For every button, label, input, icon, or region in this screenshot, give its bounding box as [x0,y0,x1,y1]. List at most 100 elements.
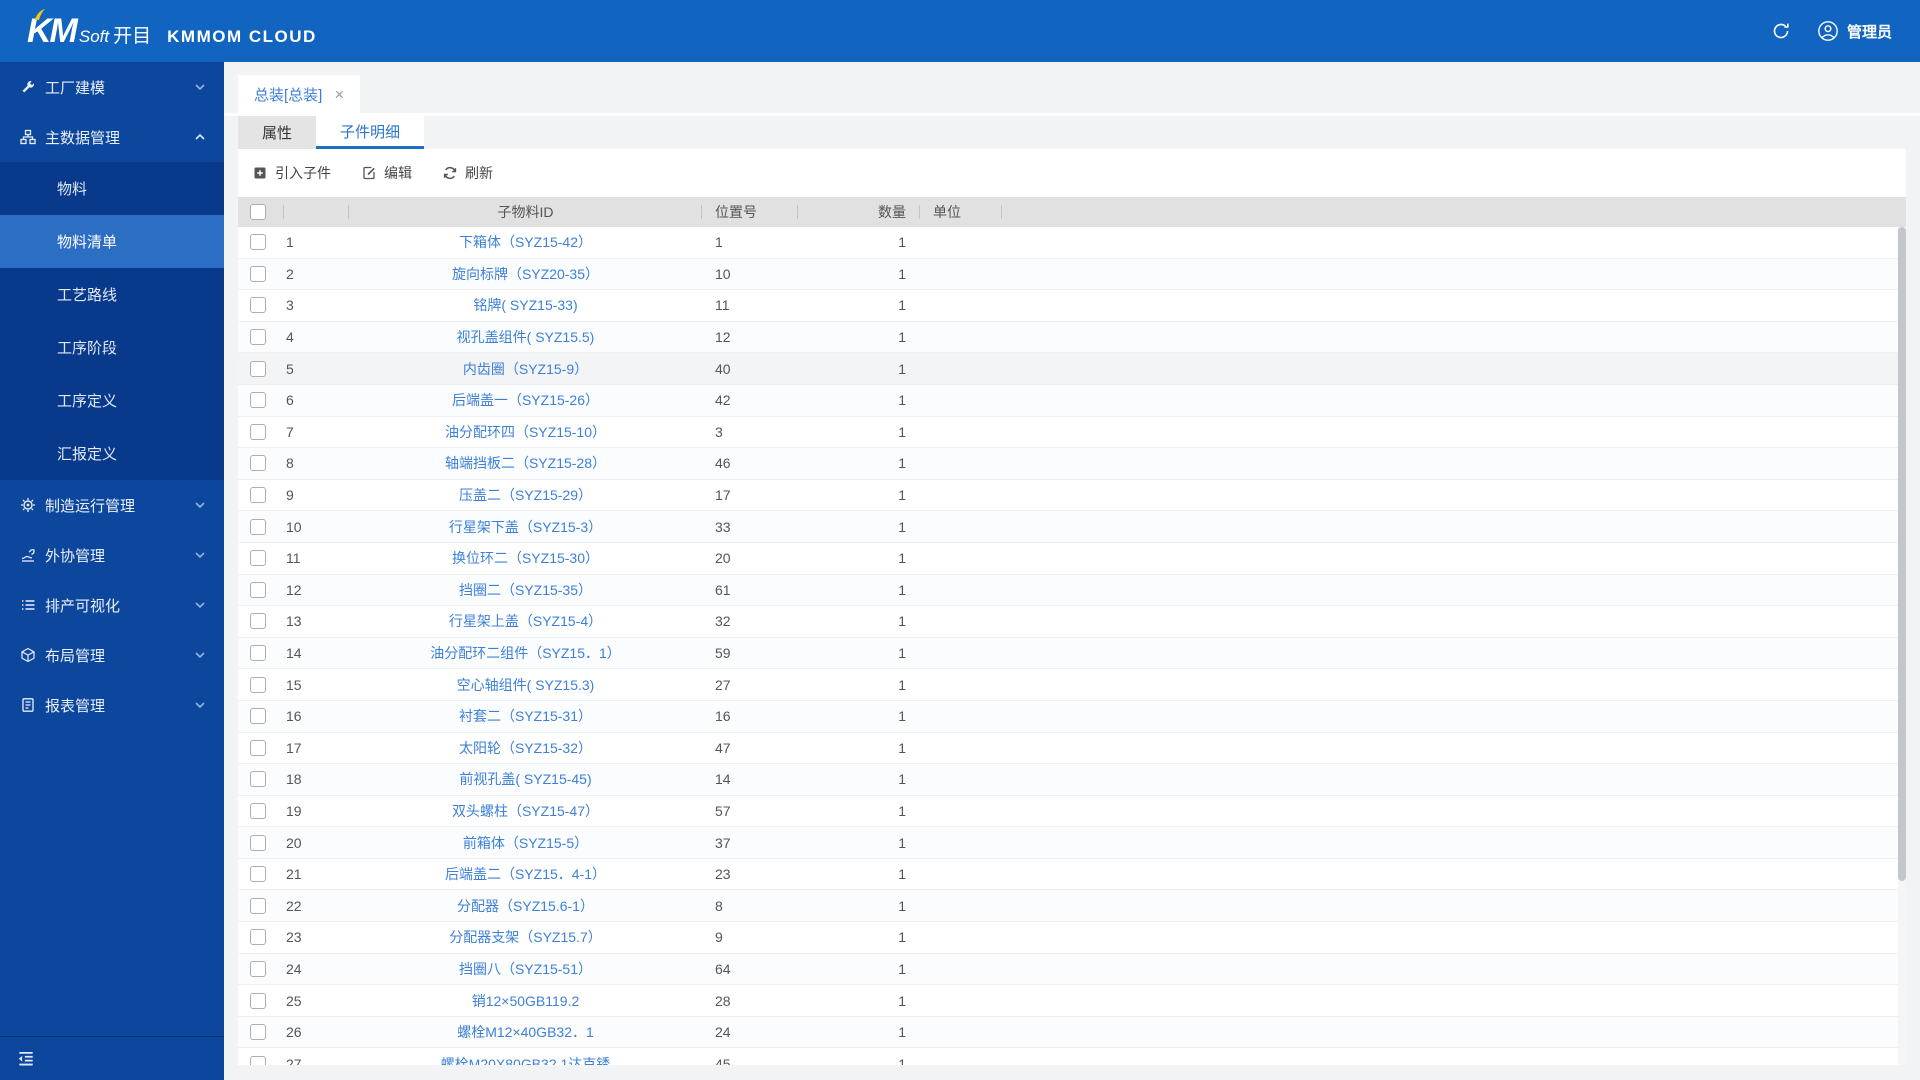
row-checkbox[interactable] [250,329,266,346]
child-material-link[interactable]: 衬套二（SYZ15-31） [459,706,592,726]
tab-attributes[interactable]: 属性 [238,116,317,149]
scrollbar-thumb[interactable] [1898,227,1906,881]
row-checkbox[interactable] [250,992,266,1009]
row-checkbox[interactable] [250,929,266,946]
quantity-value: 1 [898,834,906,851]
child-material-link[interactable]: 前箱体（SYZ15-5） [463,833,588,853]
sidebar-item-scheduling-visualization[interactable]: 排产可视化 [0,580,224,630]
child-material-link[interactable]: 行星架上盖（SYZ15-4） [449,611,602,631]
sidebar-item-manufacturing-operation[interactable]: 制造运行管理 [0,480,224,530]
row-checkbox[interactable] [250,360,266,377]
tab-child-detail[interactable]: 子件明细 [316,116,425,149]
sidebar-subitem-process-stage[interactable]: 工序阶段 [0,321,224,374]
vertical-scrollbar[interactable] [1898,227,1906,1065]
row-checkbox[interactable] [250,834,266,851]
table-row: 5 内齿圈（SYZ15-9） 40 1 [238,353,1906,385]
child-material-link[interactable]: 内齿圈（SYZ15-9） [463,359,588,379]
row-checkbox[interactable] [250,645,266,662]
child-material-link[interactable]: 油分配环二组件（SYZ15．1） [430,643,621,663]
unit-value [920,701,1002,732]
row-checkbox[interactable] [250,771,266,788]
position-number: 12 [715,329,731,346]
sidebar-subitem-bom[interactable]: 物料清单 [0,215,224,268]
row-checkbox[interactable] [250,265,266,282]
sidebar-item-layout[interactable]: 布局管理 [0,630,224,680]
select-all-checkbox[interactable] [250,204,266,220]
chevron-down-icon [194,549,206,561]
quantity-value: 1 [898,518,906,535]
child-material-link[interactable]: 行星架下盖（SYZ15-3） [449,517,602,537]
row-number: 1 [286,234,294,251]
user-menu[interactable]: 管理员 [1817,20,1892,42]
row-checkbox[interactable] [250,392,266,409]
refresh-button[interactable]: 刷新 [442,163,493,183]
table-header: 子物料ID 位置号 数量 单位 [238,197,1906,227]
child-material-link[interactable]: 螺栓M12×40GB32．1 [457,1022,594,1042]
row-checkbox[interactable] [250,613,266,630]
row-checkbox[interactable] [250,960,266,977]
row-checkbox[interactable] [250,234,266,251]
chevron-down-icon [194,699,206,711]
row-checkbox[interactable] [250,739,266,756]
row-checkbox[interactable] [250,1024,266,1041]
child-material-link[interactable]: 螺栓M20X80GB32.1达克锈 [441,1054,611,1065]
child-material-link[interactable]: 挡圈二（SYZ15-35） [459,580,592,600]
tab-assembly[interactable]: 总装[总装] × [238,75,361,113]
logo-soft-text: Soft [78,27,110,46]
button-label: 刷新 [465,165,493,181]
import-children-button[interactable]: 引入子件 [252,163,331,183]
row-checkbox[interactable] [250,708,266,725]
quantity-value: 1 [898,708,906,725]
row-checkbox[interactable] [250,518,266,535]
child-material-link[interactable]: 双头螺柱（SYZ15-47） [452,801,599,821]
row-checkbox[interactable] [250,487,266,504]
child-material-link[interactable]: 轴端挡板二（SYZ15-28） [445,453,606,473]
top-header: KM Soft 开目 KMMOM CLOUD 管理员 [0,0,1920,62]
chevron-down-icon [194,649,206,661]
sidebar-subitem-report-definition[interactable]: 汇报定义 [0,427,224,480]
child-material-link[interactable]: 后端盖二（SYZ15．4-1） [445,864,606,884]
close-icon[interactable]: × [334,86,344,103]
row-checkbox[interactable] [250,897,266,914]
child-material-link[interactable]: 后端盖一（SYZ15-26） [452,390,599,410]
row-number: 14 [286,645,302,662]
table-row: 22 分配器（SYZ15.6-1） 8 1 [238,890,1906,923]
sidebar-item-reports[interactable]: 报表管理 [0,680,224,730]
sidebar-item-factory-modeling[interactable]: 工厂建模 [0,62,224,112]
row-checkbox[interactable] [250,1055,266,1065]
row-checkbox[interactable] [250,423,266,440]
child-material-link[interactable]: 下箱体（SYZ15-42） [459,232,592,252]
child-material-link[interactable]: 挡圈八（SYZ15-51） [459,959,592,979]
row-checkbox[interactable] [250,297,266,314]
row-checkbox[interactable] [250,802,266,819]
child-material-link[interactable]: 空心轴组件( SYZ15.3) [457,675,595,695]
unit-value [920,417,1002,448]
child-material-link[interactable]: 油分配环四（SYZ15-10） [445,422,606,442]
sidebar-item-outsourcing[interactable]: 外协管理 [0,530,224,580]
wrench-icon [20,79,36,95]
sidebar-item-master-data[interactable]: 主数据管理 [0,112,224,162]
edit-button[interactable]: 编辑 [361,163,412,183]
child-material-link[interactable]: 销12×50GB119.2 [472,991,580,1011]
child-material-link[interactable]: 前视孔盖( SYZ15-45) [459,769,591,789]
row-checkbox[interactable] [250,866,266,883]
sidebar-subitem-process-definition[interactable]: 工序定义 [0,374,224,427]
child-material-link[interactable]: 旋向标牌（SYZ20-35） [452,264,599,284]
child-material-link[interactable]: 太阳轮（SYZ15-32） [459,738,592,758]
collapse-sidebar-icon[interactable] [16,1049,36,1069]
row-checkbox[interactable] [250,581,266,598]
row-checkbox[interactable] [250,550,266,567]
child-material-link[interactable]: 铭牌( SYZ15-33) [473,295,577,315]
row-number: 7 [286,423,294,440]
sitemap-icon [20,129,36,145]
child-material-link[interactable]: 视孔盖组件( SYZ15.5) [457,327,595,347]
row-checkbox[interactable] [250,676,266,693]
child-material-link[interactable]: 换位环二（SYZ15-30） [452,548,599,568]
child-material-link[interactable]: 压盖二（SYZ15-29） [459,485,592,505]
sidebar-subitem-process-route[interactable]: 工艺路线 [0,268,224,321]
refresh-icon[interactable] [1771,21,1791,41]
child-material-link[interactable]: 分配器（SYZ15.6-1） [457,896,594,916]
sidebar-subitem-material[interactable]: 物料 [0,162,224,215]
child-material-link[interactable]: 分配器支架（SYZ15.7） [449,927,601,947]
row-checkbox[interactable] [250,455,266,472]
